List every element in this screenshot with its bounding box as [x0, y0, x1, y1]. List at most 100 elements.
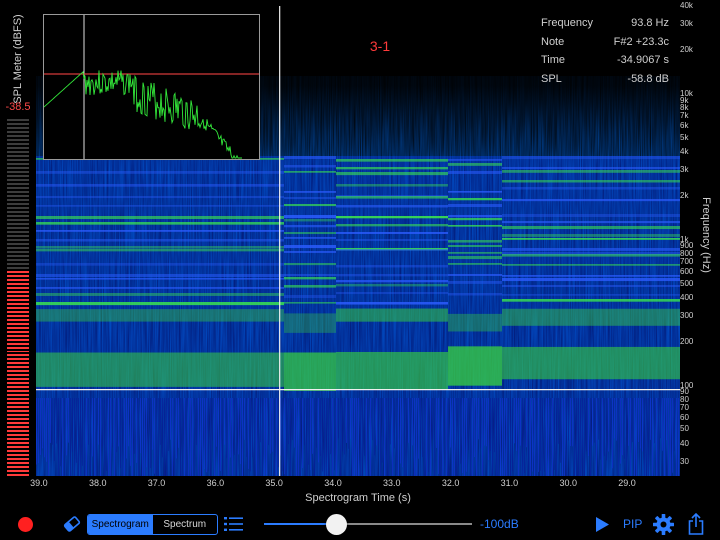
spl-segment: [7, 458, 29, 461]
spl-segment: [7, 378, 29, 381]
spl-segment: [7, 230, 29, 233]
play-button[interactable]: [596, 517, 609, 532]
spl-segment: [7, 290, 29, 293]
spl-segment: [7, 187, 29, 190]
gear-icon: [653, 514, 674, 535]
spl-segment: [7, 410, 29, 413]
spl-segment: [7, 406, 29, 409]
spl-segment: [7, 342, 29, 345]
readout-key: SPL: [541, 72, 562, 85]
readout-time: Time -34.9067 s: [541, 51, 669, 70]
view-toggle[interactable]: Spectrogram Spectrum: [87, 514, 218, 535]
spl-segment: [7, 250, 29, 253]
spl-segment: [7, 322, 29, 325]
spl-segment: [7, 151, 29, 154]
spl-segment: [7, 374, 29, 377]
spl-segment: [7, 234, 29, 237]
spl-segment: [7, 139, 29, 142]
range-label: -100dB: [480, 517, 519, 531]
spl-segment: [7, 350, 29, 353]
time-tick: 37.0: [147, 478, 166, 488]
spl-segment: [7, 362, 29, 365]
spl-segment: [7, 278, 29, 281]
spl-segment: [7, 147, 29, 150]
bookmark-label: 3-1: [369, 38, 391, 54]
spl-segment: [7, 215, 29, 218]
range-slider-thumb[interactable]: [326, 514, 348, 535]
spectrum-inset[interactable]: [43, 14, 260, 160]
spl-segment: [7, 302, 29, 305]
frequency-axis-title: Frequency (Hz): [692, 190, 720, 280]
spl-segment: [7, 438, 29, 441]
frequency-tick: 50: [680, 424, 689, 434]
readout-frequency: Frequency 93.8 Hz: [541, 14, 669, 33]
spl-segment: [7, 446, 29, 449]
readout-value: -34.9067 s: [617, 54, 669, 66]
share-button[interactable]: [688, 512, 704, 535]
time-tick: 36.0: [206, 478, 225, 488]
spl-segment: [7, 175, 29, 178]
list-icon: [224, 517, 243, 531]
spl-segment: [7, 286, 29, 289]
spl-segment: [7, 238, 29, 241]
spl-segment: [7, 282, 29, 285]
spl-segment: [7, 306, 29, 309]
frequency-tick: 7k: [680, 111, 689, 121]
list-button[interactable]: [224, 516, 243, 532]
spl-segment: [7, 314, 29, 317]
spl-segment: [7, 159, 29, 162]
frequency-tick: 70: [680, 403, 689, 413]
spl-segment: [7, 199, 29, 202]
time-tick: 38.0: [88, 478, 107, 488]
spl-segment: [7, 171, 29, 174]
spl-segment: [7, 223, 29, 225]
spl-segment: [7, 226, 29, 229]
spl-segment: [7, 246, 29, 249]
spl-meter-title-text: SPL Meter (dBFS): [12, 14, 24, 104]
spl-segment: [7, 131, 29, 134]
frequency-tick: 2k: [680, 190, 689, 200]
frequency-tick: 30k: [680, 19, 693, 29]
spl-segment: [7, 370, 29, 373]
tab-spectrum[interactable]: Spectrum: [153, 515, 218, 534]
spl-segment: [7, 474, 29, 476]
spl-segment: [7, 270, 29, 273]
spl-segment: [7, 191, 29, 194]
clear-button[interactable]: [63, 515, 81, 533]
time-axis-title: Spectrogram Time (s): [305, 492, 411, 504]
spl-segment: [7, 143, 29, 146]
spl-segment: [7, 258, 29, 261]
time-tick: 35.0: [265, 478, 283, 488]
tab-spectrogram[interactable]: Spectrogram: [88, 515, 153, 534]
spl-segment: [7, 211, 29, 214]
record-button[interactable]: [18, 517, 33, 532]
cursor-readout: Frequency 93.8 Hz Note F#2 +23.3c Time -34.…: [541, 14, 669, 88]
spl-segment: [7, 398, 29, 401]
spl-segment: [7, 394, 29, 397]
spl-segment: [7, 294, 29, 297]
spl-segment: [7, 454, 29, 457]
spl-segment: [7, 254, 29, 257]
spl-segment: [7, 434, 29, 437]
play-icon: [596, 517, 609, 532]
spl-segment: [7, 123, 29, 126]
readout-spl: SPL -58.8 dB: [541, 70, 669, 89]
time-tick: 33.0: [383, 478, 401, 488]
time-tick: 30.0: [559, 478, 578, 488]
spl-segment: [7, 366, 29, 369]
spl-segment: [7, 414, 29, 417]
time-tick: 31.0: [500, 478, 519, 488]
spl-segment: [7, 466, 29, 469]
time-axis: 39.0 38.0 37.0 36.0 35.0 34.0 33.0 32.0 31.0 30.0…: [30, 478, 680, 492]
spl-segment: [7, 163, 29, 166]
spl-segment: [7, 390, 29, 393]
time-tick: 32.0: [441, 478, 460, 488]
spl-segment: [7, 318, 29, 321]
readout-key: Frequency: [541, 17, 593, 29]
frequency-tick: 4k: [680, 146, 689, 156]
time-tick: 34.0: [324, 478, 342, 488]
spl-meter-title: SPL Meter (dBFS): [0, 14, 36, 104]
frequency-axis-title-text: Frequency (Hz): [700, 197, 712, 273]
settings-button[interactable]: [653, 514, 674, 535]
pip-button[interactable]: PIP: [623, 517, 642, 531]
